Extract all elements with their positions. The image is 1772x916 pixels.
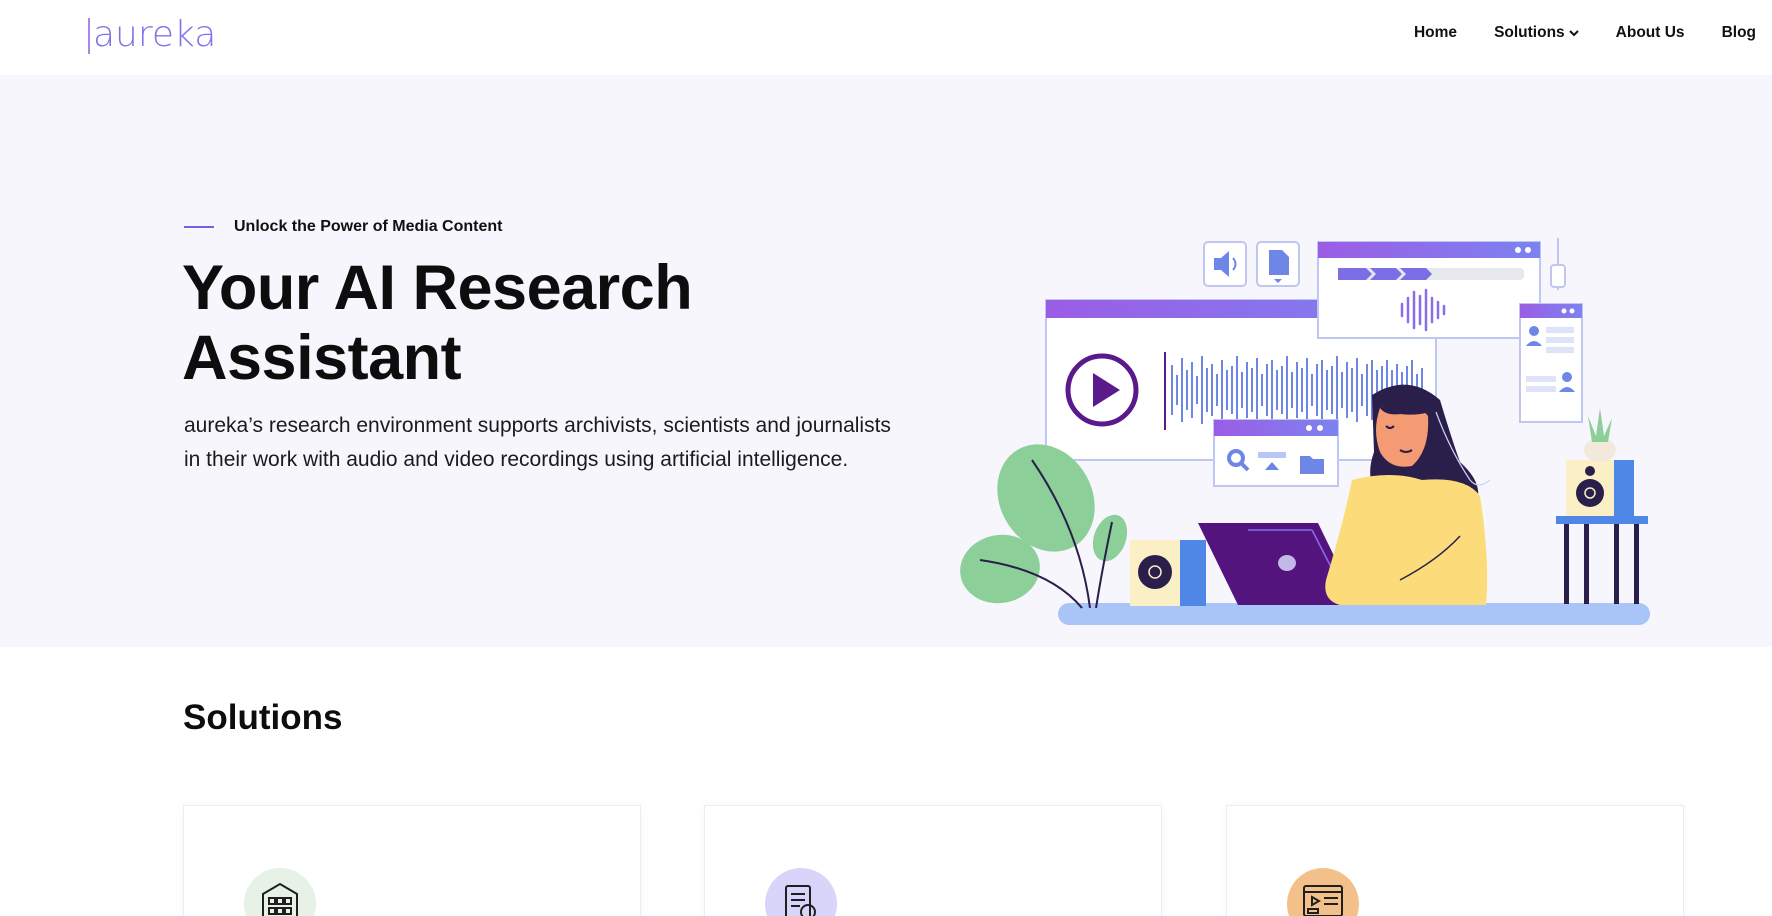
site-header: aureka Home Solutions About Us Blog	[0, 0, 1772, 75]
nav-home-label: Home	[1413, 24, 1458, 41]
profile-window-icon	[1519, 303, 1583, 423]
side-table	[1556, 408, 1648, 604]
left-speaker	[1130, 540, 1206, 606]
nav-blog[interactable]: Blog	[1722, 24, 1756, 42]
research-illustration	[960, 238, 1650, 625]
video-editor-icon	[1287, 868, 1359, 916]
brand-name: aureka	[93, 13, 217, 55]
brand-logo[interactable]: aureka	[38, 16, 216, 56]
hero-eyebrow-text: Unlock the Power of Media Content	[234, 218, 503, 235]
solution-card-media[interactable]	[1226, 805, 1684, 916]
nav-solutions-label: Solutions	[1494, 24, 1565, 41]
nav-home[interactable]: Home	[1414, 24, 1457, 42]
search-window-icon	[1213, 419, 1339, 487]
desk	[1058, 603, 1650, 625]
building-icon	[244, 868, 316, 916]
progress-window-icon	[1317, 241, 1541, 339]
nav-about-label: About Us	[1615, 24, 1685, 41]
main-nav: Home Solutions About Us Blog	[1377, 24, 1756, 42]
chevron-down-icon	[1568, 24, 1579, 42]
eyebrow-line	[184, 226, 214, 228]
hero-eyebrow: Unlock the Power of Media Content	[184, 218, 502, 236]
hero-description: aureka’s research environment supports a…	[184, 414, 891, 471]
nav-blog-label: Blog	[1721, 24, 1756, 41]
nav-solutions[interactable]: Solutions	[1494, 24, 1579, 42]
solution-card-research[interactable]	[704, 805, 1162, 916]
hero-section: Unlock the Power of Media Content Your A…	[0, 75, 1772, 647]
solution-card-archives[interactable]	[183, 805, 641, 916]
solutions-title: Solutions	[183, 698, 343, 737]
speaker-icon	[1203, 241, 1247, 287]
waveform-logo-icon	[38, 16, 90, 56]
file-icon	[1256, 241, 1300, 287]
document-search-icon	[765, 868, 837, 916]
hero-title: Your AI Research Assistant	[182, 253, 693, 393]
nav-about-us[interactable]: About Us	[1616, 24, 1685, 42]
